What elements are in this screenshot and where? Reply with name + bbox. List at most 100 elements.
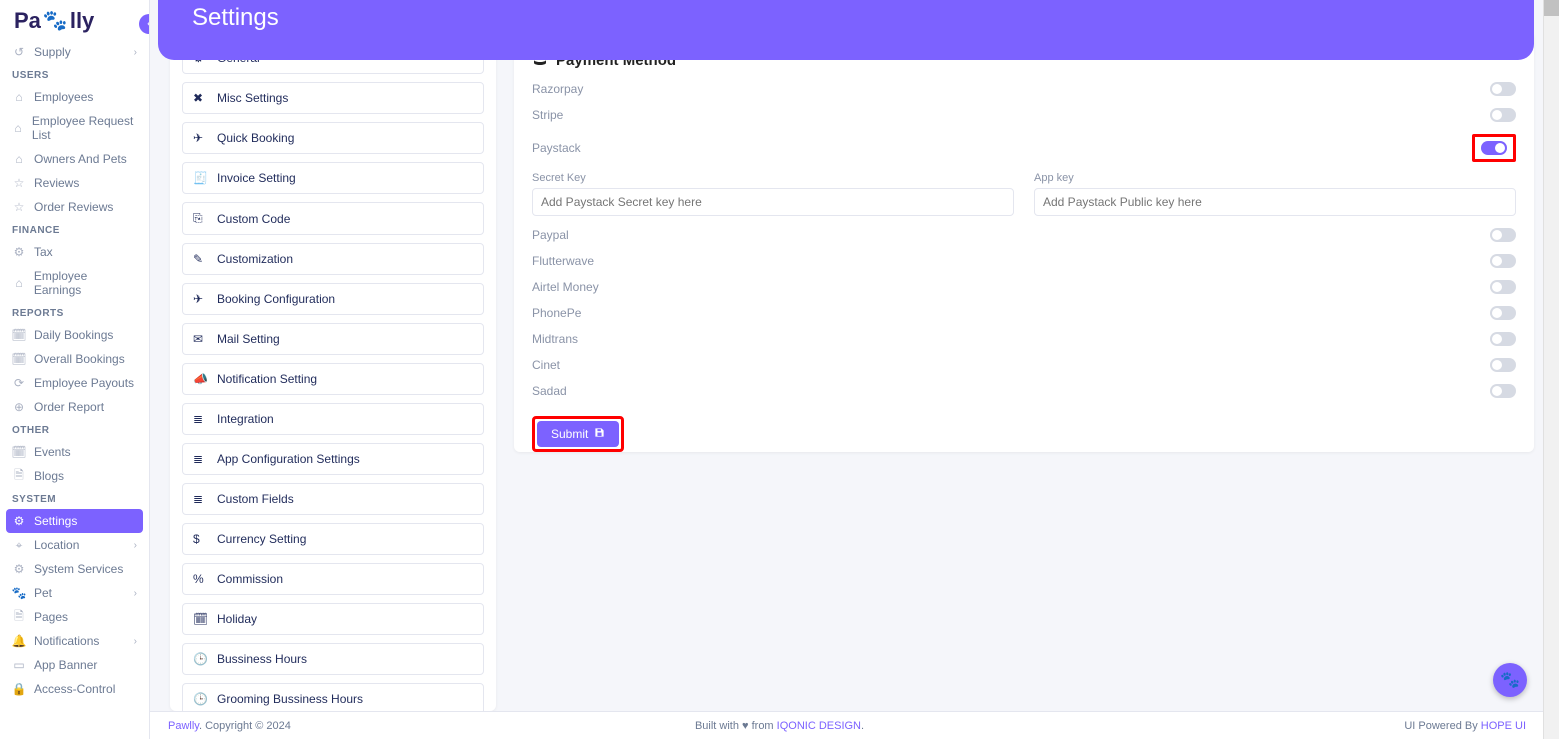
sidebar-item-employee-request-list[interactable]: ⌂Employee Request List xyxy=(0,109,149,147)
subnav-item-grooming-bussiness-hours[interactable]: 🕒Grooming Bussiness Hours xyxy=(182,683,484,711)
subnav-item-quick-booking[interactable]: ✈Quick Booking xyxy=(182,122,484,154)
footer-center: Built with ♥ from IQONIC DESIGN. xyxy=(695,720,864,732)
sidebar-item-tax[interactable]: ⚙Tax xyxy=(0,240,149,264)
subnav-item-mail-setting[interactable]: ✉Mail Setting xyxy=(182,323,484,355)
submit-highlight-box: Submit xyxy=(532,416,624,452)
app-key-input[interactable] xyxy=(1034,188,1516,216)
chevron-right-icon: › xyxy=(134,540,137,551)
nav-section-title: SYSTEM xyxy=(0,488,149,509)
chevron-right-icon: › xyxy=(134,588,137,599)
sidebar-item-reviews[interactable]: ☆Reviews xyxy=(0,171,149,195)
nav-item-icon: ⚙ xyxy=(12,245,26,259)
sidebar-item-settings[interactable]: ⚙Settings xyxy=(6,509,143,533)
sidebar-item-access-control[interactable]: 🔒Access-Control xyxy=(0,677,149,701)
gateway-label: Stripe xyxy=(532,108,563,122)
subnav-item-custom-fields[interactable]: ≣Custom Fields xyxy=(182,483,484,515)
sidebar-nav: ↺Supply›USERS⌂Employees⌂Employee Request… xyxy=(0,40,149,739)
gateway-label: Razorpay xyxy=(532,82,583,96)
subnav-item-commission[interactable]: %Commission xyxy=(182,563,484,595)
gateway-keys-row: Secret KeyApp key xyxy=(532,172,1516,216)
footer-brand-link[interactable]: Pawlly xyxy=(168,720,199,732)
subnav-item-icon: ✎ xyxy=(193,252,207,266)
nav-item-icon: ⚙ xyxy=(12,514,26,528)
subnav-item-currency-setting[interactable]: $Currency Setting xyxy=(182,523,484,555)
nav-item-label: Pet xyxy=(34,586,52,600)
gateway-toggle[interactable] xyxy=(1490,384,1516,398)
nav-item-label: Access-Control xyxy=(34,682,115,696)
nav-item-label: Order Reviews xyxy=(34,200,113,214)
sidebar-item-notifications[interactable]: 🔔Notifications› xyxy=(0,629,149,653)
sidebar-item-location[interactable]: ⌖Location› xyxy=(0,533,149,557)
subnav-item-notification-setting[interactable]: 📣Notification Setting xyxy=(182,363,484,395)
paw-icon: 🐾 xyxy=(43,11,68,31)
gateway-toggle[interactable] xyxy=(1490,280,1516,294)
sidebar-item-system-services[interactable]: ⚙System Services xyxy=(0,557,149,581)
fab-paw-icon: 🐾 xyxy=(1500,670,1520,690)
subnav-item-label: Bussiness Hours xyxy=(217,652,307,666)
subnav-item-holiday[interactable]: 🗓Holiday xyxy=(182,603,484,635)
nav-item-icon: ⌂ xyxy=(12,90,26,104)
content-row: ⚙General✖Misc Settings✈Quick Booking🧾Inv… xyxy=(150,32,1544,711)
subnav-item-label: Holiday xyxy=(217,612,257,626)
footer-iqonic-link[interactable]: IQONIC DESIGN xyxy=(777,720,861,732)
subnav-item-label: Quick Booking xyxy=(217,131,294,145)
sidebar-item-blogs[interactable]: 🗎Blogs xyxy=(0,464,149,488)
nav-item-label: Pages xyxy=(34,610,68,624)
secret-key-input[interactable] xyxy=(532,188,1014,216)
gateway-toggle[interactable] xyxy=(1490,228,1516,242)
subnav-item-booking-configuration[interactable]: ✈Booking Configuration xyxy=(182,283,484,315)
nav-item-icon: ↺ xyxy=(12,45,26,59)
main-sidebar: Pa 🐾 lly ‹ ↺Supply›USERS⌂Employees⌂Emplo… xyxy=(0,0,150,739)
subnav-item-misc-settings[interactable]: ✖Misc Settings xyxy=(182,82,484,114)
subnav-item-invoice-setting[interactable]: 🧾Invoice Setting xyxy=(182,162,484,194)
sidebar-item-daily-bookings[interactable]: 🗓Daily Bookings xyxy=(0,323,149,347)
sidebar-item-pet[interactable]: 🐾 Pet › xyxy=(0,581,149,605)
sidebar-item-app-banner[interactable]: ▭App Banner xyxy=(0,653,149,677)
sidebar-item-employee-payouts[interactable]: ⟳Employee Payouts xyxy=(0,371,149,395)
gateway-toggle[interactable] xyxy=(1490,306,1516,320)
subnav-item-integration[interactable]: ≣Integration xyxy=(182,403,484,435)
subnav-item-label: Commission xyxy=(217,572,283,586)
subnav-item-label: Mail Setting xyxy=(217,332,280,346)
subnav-item-icon: 📣 xyxy=(193,372,207,386)
nav-item-label: Daily Bookings xyxy=(34,328,113,342)
nav-item-label: Employee Request List xyxy=(32,114,137,142)
gateway-row-cinet: Cinet xyxy=(532,352,1516,378)
sidebar-item-pages[interactable]: 🗎Pages xyxy=(0,605,149,629)
gateway-toggle[interactable] xyxy=(1490,82,1516,96)
sidebar-item-order-report[interactable]: ⊕Order Report xyxy=(0,395,149,419)
gateway-label: Airtel Money xyxy=(532,280,599,294)
sidebar-item-owners-and-pets[interactable]: ⌂Owners And Pets xyxy=(0,147,149,171)
brand-logo: Pa 🐾 lly xyxy=(0,0,149,40)
submit-button[interactable]: Submit xyxy=(537,421,619,447)
gateway-toggle[interactable] xyxy=(1481,141,1507,155)
gateway-toggle[interactable] xyxy=(1490,108,1516,122)
nav-item-icon: 🐾 xyxy=(12,586,26,600)
sidebar-item-supply[interactable]: ↺Supply› xyxy=(0,40,149,64)
gateway-row-airtel-money: Airtel Money xyxy=(532,274,1516,300)
sidebar-item-employee-earnings[interactable]: ⌂Employee Earnings xyxy=(0,264,149,302)
nav-item-label: Location xyxy=(34,538,79,552)
subnav-item-bussiness-hours[interactable]: 🕒Bussiness Hours xyxy=(182,643,484,675)
gateway-toggle[interactable] xyxy=(1490,254,1516,268)
gateway-toggle[interactable] xyxy=(1490,358,1516,372)
footer-hopeui-link[interactable]: HOPE UI xyxy=(1481,720,1526,732)
nav-item-icon: ▭ xyxy=(12,658,26,672)
nav-item-icon: ⟳ xyxy=(12,376,26,390)
subnav-item-custom-code[interactable]: ⎘Custom Code xyxy=(182,202,484,235)
brand-text-left: Pa xyxy=(14,8,41,34)
sidebar-item-order-reviews[interactable]: ☆Order Reviews xyxy=(0,195,149,219)
fab-button[interactable]: 🐾 xyxy=(1493,663,1527,697)
sidebar-item-employees[interactable]: ⌂Employees xyxy=(0,85,149,109)
gateway-row-paystack: Paystack xyxy=(532,128,1516,168)
app-key-field: App key xyxy=(1034,172,1516,216)
subnav-item-app-configuration-settings[interactable]: ≣App Configuration Settings xyxy=(182,443,484,475)
sidebar-item-events[interactable]: 🗓Events xyxy=(0,440,149,464)
payment-method-panel: Payment Method RazorpayStripePaystackSec… xyxy=(514,32,1534,452)
page-title: Settings xyxy=(192,4,279,32)
sidebar-item-overall-bookings[interactable]: 🗓Overall Bookings xyxy=(0,347,149,371)
gateway-toggle[interactable] xyxy=(1490,332,1516,346)
subnav-item-label: Custom Code xyxy=(217,212,290,226)
subnav-item-customization[interactable]: ✎Customization xyxy=(182,243,484,275)
subnav-item-icon: ≣ xyxy=(193,412,207,426)
